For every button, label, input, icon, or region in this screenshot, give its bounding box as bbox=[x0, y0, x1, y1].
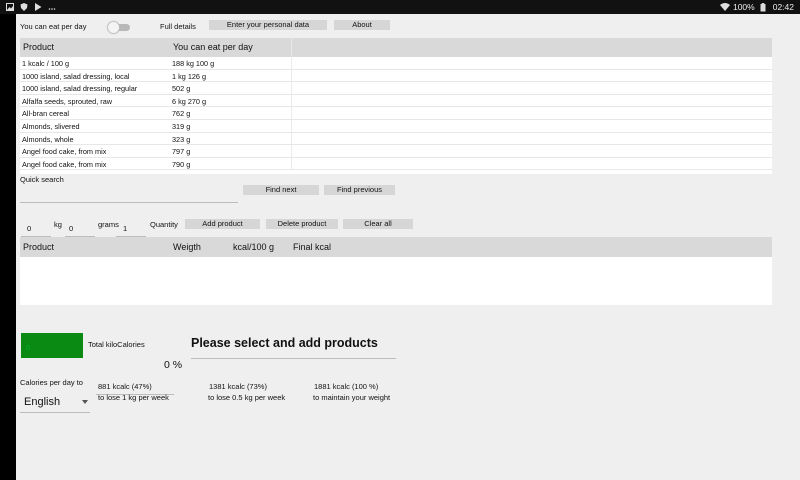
cell-product: 1000 island, salad dressing, local bbox=[22, 71, 130, 81]
row-divider bbox=[291, 69, 292, 82]
goal-lose-1kg-desc: to lose 1 kg per week bbox=[98, 393, 169, 402]
language-underline bbox=[20, 412, 90, 413]
wifi-icon bbox=[719, 3, 730, 11]
kg-input[interactable]: 0 bbox=[27, 224, 31, 233]
toggle-label: You can eat per day bbox=[20, 22, 87, 31]
language-select[interactable]: English bbox=[20, 395, 90, 411]
cell-product: Alfalfa seeds, sprouted, raw bbox=[22, 96, 113, 106]
find-next-button[interactable]: Find next bbox=[243, 185, 319, 195]
header-divider bbox=[291, 38, 292, 57]
clock: 02:42 bbox=[772, 2, 794, 12]
play-store-icon bbox=[34, 3, 42, 11]
goal-lose-1kg-kcal: 881 kcalc (47%) bbox=[98, 382, 152, 391]
quantity-input[interactable]: 1 bbox=[123, 224, 127, 233]
cell-amount: 762 g bbox=[172, 109, 191, 119]
row-divider bbox=[291, 145, 292, 157]
full-details-label[interactable]: Full details bbox=[160, 22, 196, 31]
header-weight: Weigth bbox=[173, 242, 201, 252]
table-row[interactable]: 1000 island, salad dressing, regular 502… bbox=[20, 82, 772, 95]
goal-maintain-kcal: 1881 kcalc (100 %) bbox=[314, 382, 379, 391]
shield-icon bbox=[20, 3, 28, 11]
table-row[interactable]: 1 kcalc / 100 g 188 kg 100 g bbox=[20, 57, 772, 70]
delete-product-button[interactable]: Delete product bbox=[266, 219, 338, 229]
status-message: Please select and add products bbox=[191, 336, 378, 350]
percent-value: 0 % bbox=[164, 359, 183, 371]
goal-maintain-desc: to maintain your weight bbox=[313, 393, 391, 402]
table-row[interactable]: Almonds, whole 323 g bbox=[20, 132, 772, 146]
chevron-down-icon bbox=[82, 400, 88, 404]
goal-lose-half-kg-kcal: 1381 kcalc (73%) bbox=[209, 382, 267, 391]
more-dots-icon bbox=[48, 3, 56, 11]
table-row[interactable]: Almonds, slivered 319 g bbox=[20, 119, 772, 133]
table-row[interactable]: All-bran cereal 762 g bbox=[20, 107, 772, 120]
cell-product: Angel food cake, from mix bbox=[22, 147, 107, 157]
header-product: Product bbox=[23, 242, 55, 252]
grams-input[interactable]: 0 bbox=[69, 224, 73, 233]
header-final-kcal: Final kcal bbox=[293, 242, 332, 252]
row-divider bbox=[291, 94, 292, 107]
quick-search-label: Quick search bbox=[20, 175, 64, 184]
app-window: You can eat per day Full details Enter y… bbox=[16, 14, 800, 480]
row-divider bbox=[291, 132, 292, 145]
status-bar: 100% 02:42 bbox=[0, 0, 800, 14]
products-table: Product You can eat per day 1 kcalc / 10… bbox=[20, 38, 772, 174]
goal-lose-half-kg-desc: to lose 0.5 kg per week bbox=[208, 393, 286, 402]
table-row[interactable]: 1000 island, salad dressing, local 1 kg … bbox=[20, 69, 772, 83]
cell-amount: 790 g bbox=[172, 159, 191, 169]
header-eat-per-day: You can eat per day bbox=[173, 42, 253, 52]
gallery-icon bbox=[6, 3, 14, 11]
cell-amount: 323 g bbox=[172, 134, 191, 144]
products-table-header: Product You can eat per day bbox=[20, 38, 772, 57]
about-button[interactable]: About bbox=[334, 20, 390, 30]
header-product: Product bbox=[23, 42, 55, 52]
row-divider bbox=[291, 107, 292, 119]
cell-product: Angel food cake, from mix bbox=[22, 159, 107, 169]
cell-product: Almonds, whole bbox=[22, 134, 74, 144]
quick-search-input[interactable] bbox=[20, 189, 238, 203]
clear-all-button[interactable]: Clear all bbox=[343, 219, 413, 229]
total-kcal-box: 0 bbox=[21, 333, 83, 358]
quantity-label: Quantity bbox=[150, 220, 178, 229]
cell-product: All-bran cereal bbox=[22, 109, 70, 119]
selected-table-header: Product Weigth kcal/100 g Final kcal bbox=[20, 237, 772, 257]
selected-products-table: Product Weigth kcal/100 g Final kcal bbox=[20, 237, 772, 305]
row-divider bbox=[291, 82, 292, 94]
toggle-knob bbox=[108, 22, 119, 33]
row-divider bbox=[291, 157, 292, 170]
battery-icon bbox=[760, 3, 768, 12]
grams-label: grams bbox=[98, 220, 119, 229]
table-row[interactable]: Angel food cake, from mix 790 g bbox=[20, 157, 772, 171]
cell-amount: 797 g bbox=[172, 147, 191, 157]
cell-amount: 1 kg 126 g bbox=[172, 71, 207, 81]
row-divider bbox=[291, 119, 292, 132]
cell-product: 1000 island, salad dressing, regular bbox=[22, 84, 138, 94]
total-kcal-value: 0 bbox=[26, 343, 31, 352]
cell-amount: 502 g bbox=[172, 84, 191, 94]
cell-product: Almonds, slivered bbox=[22, 121, 80, 131]
header-kcal-100g: kcal/100 g bbox=[233, 242, 275, 252]
language-value: English bbox=[24, 396, 61, 408]
row-divider bbox=[291, 57, 292, 69]
battery-percent: 100% bbox=[732, 2, 755, 12]
cell-amount: 188 kg 100 g bbox=[172, 59, 215, 68]
add-product-button[interactable]: Add product bbox=[185, 219, 260, 229]
calories-per-day-label: Calories per day to bbox=[20, 378, 83, 387]
message-underline bbox=[191, 358, 396, 359]
table-row[interactable]: Alfalfa seeds, sprouted, raw 6 kg 270 g bbox=[20, 94, 772, 108]
find-previous-button[interactable]: Find previous bbox=[324, 185, 395, 195]
cell-product: 1 kcalc / 100 g bbox=[22, 59, 70, 68]
cell-amount: 319 g bbox=[172, 121, 191, 131]
kg-label: kg bbox=[54, 220, 62, 229]
table-row[interactable]: Angel food cake, from mix 797 g bbox=[20, 145, 772, 158]
total-kcal-label: Total kiloCalories bbox=[88, 340, 145, 349]
cell-amount: 6 kg 270 g bbox=[172, 96, 207, 106]
enter-personal-data-button[interactable]: Enter your personal data bbox=[209, 20, 327, 30]
eat-per-day-toggle[interactable] bbox=[108, 22, 132, 33]
